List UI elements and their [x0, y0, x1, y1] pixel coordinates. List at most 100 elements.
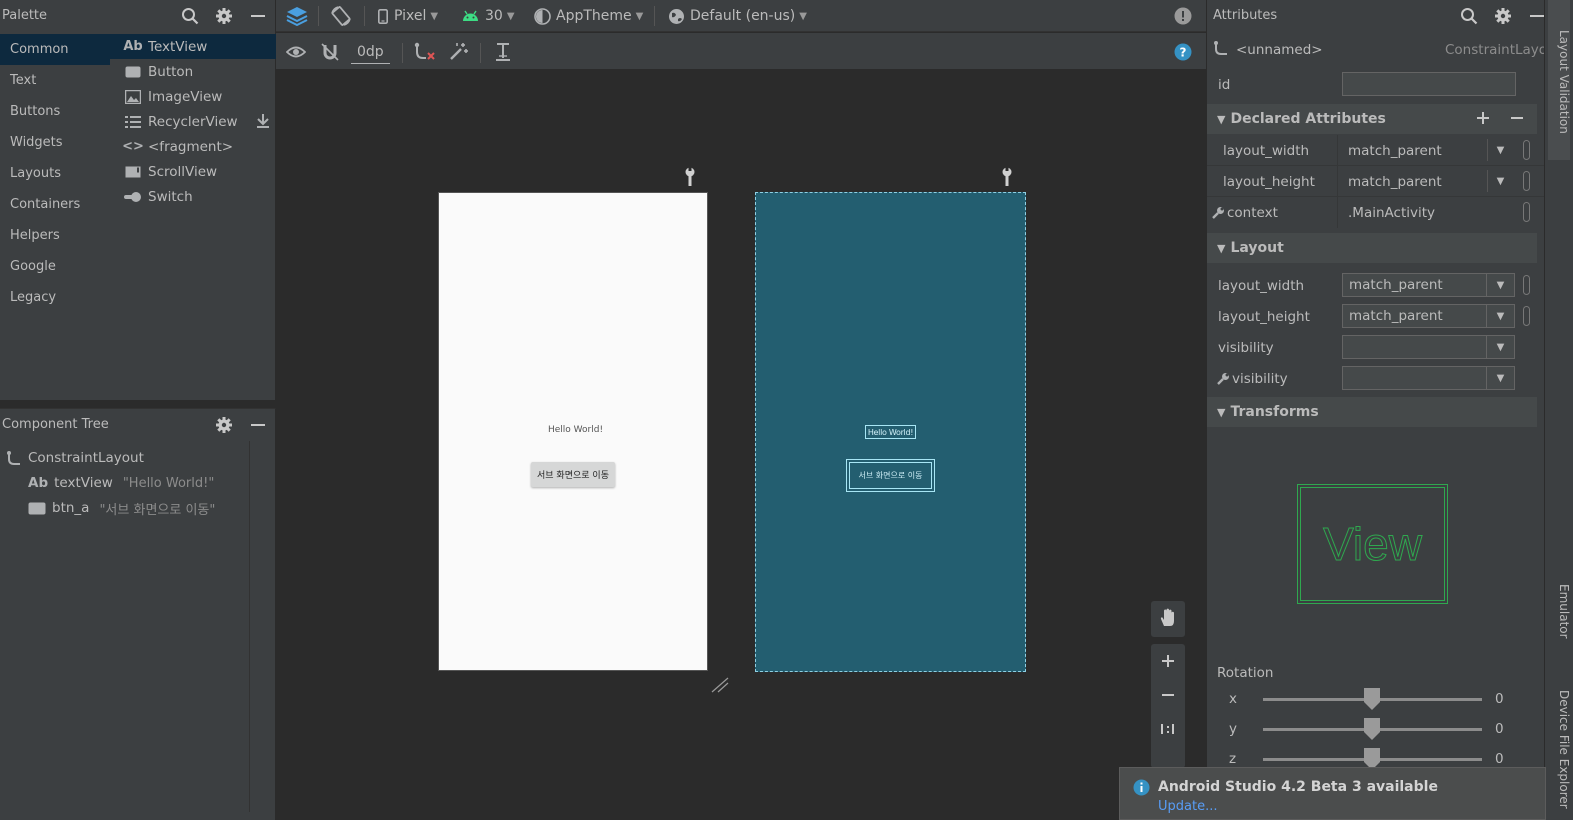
attr-value[interactable]: .MainActivity	[1348, 205, 1435, 221]
reference-pill-icon[interactable]	[1523, 306, 1530, 326]
design-canvas[interactable]	[276, 71, 1206, 820]
tab-device-file-explorer[interactable]: Device File Explorer	[1557, 690, 1571, 809]
chevron-down-icon[interactable]: ▼	[1487, 170, 1513, 192]
minimize-icon[interactable]	[248, 6, 268, 26]
palette-item-button[interactable]: Button	[110, 59, 276, 84]
locale-selector[interactable]: Default (en-us) ▼	[668, 0, 807, 32]
layout-section-title: Layout	[1230, 240, 1284, 256]
info-icon	[1133, 779, 1150, 796]
remove-attribute-icon[interactable]	[1509, 110, 1525, 126]
component-name: <unnamed>	[1236, 42, 1323, 58]
rotation-y-slider[interactable]: y 0	[1207, 716, 1545, 742]
axis-label: y	[1229, 721, 1237, 737]
visibility-select[interactable]: ▼	[1342, 335, 1515, 359]
tree-node-constraintlayout[interactable]: ConstraintLayout	[6, 447, 144, 469]
theme-label: AppTheme	[556, 8, 632, 24]
search-icon[interactable]	[180, 6, 200, 26]
category-containers[interactable]: Containers	[0, 189, 110, 220]
chevron-down-icon[interactable]: ▼	[1487, 139, 1513, 161]
wrench-icon[interactable]	[1001, 167, 1013, 187]
tree-node-btn-a[interactable]: btn_a "서브 화면으로 이동"	[28, 497, 215, 519]
palette-item-label: <fragment>	[148, 138, 234, 155]
gear-icon[interactable]	[214, 6, 234, 26]
category-google[interactable]: Google	[0, 251, 110, 282]
zoom-actual-size-icon[interactable]	[1151, 712, 1185, 746]
palette-item-textview[interactable]: Ab TextView	[110, 34, 276, 59]
palette-categories: Common Text Buttons Widgets Layouts Cont…	[0, 34, 110, 313]
layout-width-select[interactable]: match_parent ▼	[1342, 273, 1515, 297]
tree-node-label: btn_a	[52, 500, 90, 516]
chevron-down-icon: ▼	[1486, 367, 1514, 389]
chevron-down-icon: ▼	[430, 10, 439, 22]
palette-item-scrollview[interactable]: ScrollView	[110, 159, 276, 184]
resize-handle-icon[interactable]	[710, 676, 730, 694]
download-icon[interactable]	[256, 113, 270, 129]
axis-label: x	[1229, 691, 1237, 707]
slider-thumb-icon[interactable]	[1364, 718, 1380, 740]
eye-icon[interactable]	[286, 36, 306, 68]
design-hello-text[interactable]: Hello World!	[548, 425, 603, 435]
reference-pill-icon[interactable]	[1523, 171, 1530, 191]
blueprint-button[interactable]: 서브 화면으로 이동	[846, 459, 935, 492]
id-input[interactable]	[1342, 72, 1516, 96]
zoom-out-icon[interactable]	[1151, 678, 1185, 712]
layout-height-select[interactable]: match_parent ▼	[1342, 304, 1515, 328]
device-selector[interactable]: Pixel ▼	[378, 0, 438, 32]
component-tree-panel: Component Tree ConstraintLayout Ab textV…	[0, 408, 276, 820]
clear-constraints-icon[interactable]	[414, 36, 436, 68]
declared-attributes-header[interactable]: ▼ Declared Attributes	[1207, 104, 1537, 134]
blueprint-hello-text[interactable]: Hello World!	[865, 425, 916, 439]
search-icon[interactable]	[1459, 6, 1479, 26]
reference-pill-icon[interactable]	[1523, 275, 1530, 295]
tree-node-textview[interactable]: Ab textView "Hello World!"	[28, 472, 214, 494]
default-margin-field[interactable]: 0dp	[351, 40, 390, 64]
warning-icon[interactable]	[1174, 0, 1192, 32]
attr-value[interactable]: match_parent	[1348, 143, 1442, 159]
category-buttons[interactable]: Buttons	[0, 96, 110, 127]
category-text[interactable]: Text	[0, 65, 110, 96]
palette-item-recyclerview[interactable]: RecyclerView	[110, 109, 276, 134]
category-helpers[interactable]: Helpers	[0, 220, 110, 251]
chevron-down-icon: ▼	[1486, 274, 1514, 296]
chevron-down-icon: ▼	[799, 10, 807, 22]
help-icon[interactable]: ?	[1174, 36, 1192, 68]
minimize-icon[interactable]	[248, 415, 268, 435]
button-icon	[124, 66, 142, 78]
wrench-icon[interactable]	[684, 167, 696, 187]
design-button[interactable]: 서브 화면으로 이동	[531, 462, 615, 487]
slider-thumb-icon[interactable]	[1364, 688, 1380, 710]
category-common[interactable]: Common	[0, 34, 110, 65]
id-label: id	[1218, 77, 1231, 93]
layers-icon[interactable]	[286, 0, 308, 32]
guidelines-icon[interactable]	[494, 36, 512, 68]
hand-icon[interactable]	[1151, 601, 1185, 635]
category-layouts[interactable]: Layouts	[0, 158, 110, 189]
category-widgets[interactable]: Widgets	[0, 127, 110, 158]
gear-icon[interactable]	[1493, 6, 1513, 26]
tab-emulator[interactable]: Emulator	[1557, 584, 1571, 639]
reference-pill-icon[interactable]	[1523, 140, 1530, 160]
tab-layout-validation[interactable]: Layout Validation	[1557, 30, 1571, 134]
palette-item-fragment[interactable]: <> <fragment>	[110, 134, 276, 159]
gear-icon[interactable]	[214, 415, 234, 435]
device-label: Pixel	[394, 8, 427, 24]
tree-node-text: "Hello World!"	[122, 475, 215, 491]
palette-item-imageview[interactable]: ImageView	[110, 84, 276, 109]
update-link[interactable]: Update...	[1158, 799, 1217, 814]
add-attribute-icon[interactable]	[1475, 110, 1491, 126]
attr-value[interactable]: match_parent	[1348, 174, 1442, 190]
layout-section-header[interactable]: ▼ Layout	[1207, 233, 1537, 263]
magnet-icon[interactable]	[320, 36, 340, 68]
api-selector[interactable]: 30 ▼	[462, 0, 515, 32]
zoom-in-icon[interactable]	[1151, 644, 1185, 678]
transforms-section-header[interactable]: ▼ Transforms	[1207, 397, 1537, 427]
palette-item-switch[interactable]: Switch	[110, 184, 276, 209]
notification-title: Android Studio 4.2 Beta 3 available	[1158, 779, 1438, 795]
reference-pill-icon[interactable]	[1523, 202, 1530, 222]
magic-wand-icon[interactable]	[448, 36, 468, 68]
orientation-icon[interactable]	[330, 0, 352, 32]
category-legacy[interactable]: Legacy	[0, 282, 110, 313]
tools-visibility-select[interactable]: ▼	[1342, 366, 1515, 390]
theme-selector[interactable]: AppTheme ▼	[534, 0, 643, 32]
rotation-x-slider[interactable]: x 0	[1207, 686, 1545, 712]
